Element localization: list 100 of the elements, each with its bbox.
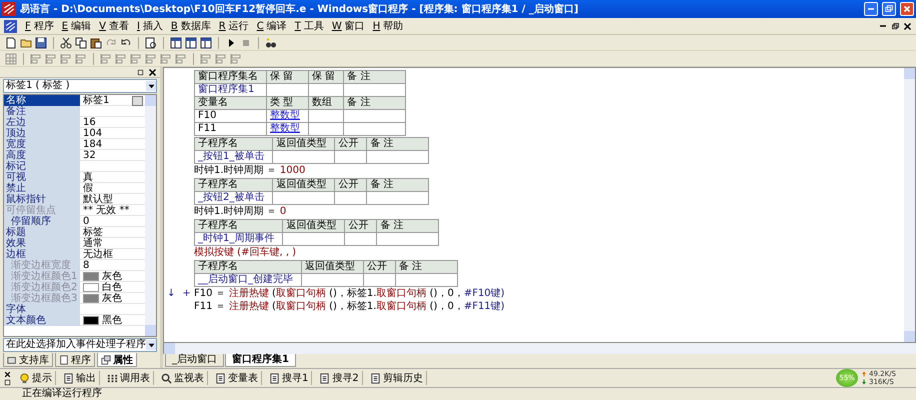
table-cell: F10 xyxy=(194,110,266,122)
column-header: 返回值类型 xyxy=(282,220,345,232)
property-value: 32 xyxy=(83,150,96,161)
column-header: 公开 xyxy=(334,178,367,192)
event-dropdown[interactable]: 在此处选择加入事件处理子程序 xyxy=(3,338,157,352)
minimize-icon xyxy=(880,25,886,27)
layout-button[interactable] xyxy=(169,36,183,50)
property-name[interactable]: 边框 xyxy=(4,249,80,260)
property-name[interactable]: 高度 xyxy=(4,150,80,161)
minimize-icon xyxy=(868,8,874,10)
property-name[interactable]: 名称 xyxy=(4,95,80,106)
output-tab[interactable]: 变量表 xyxy=(212,371,262,385)
column-header: 备 注 xyxy=(376,220,439,232)
layout-icon xyxy=(185,36,197,48)
close-button[interactable] xyxy=(902,20,912,32)
scrollbar[interactable] xyxy=(163,343,916,354)
gutter-mark[interactable]: + xyxy=(182,288,191,300)
binoculars-button[interactable] xyxy=(264,36,278,50)
property-name[interactable]: 效果 xyxy=(4,238,80,249)
output-tab[interactable]: 搜寻1 xyxy=(266,371,312,385)
property-name[interactable]: 标题 xyxy=(4,227,80,238)
output-tab[interactable]: 剪辑历史 xyxy=(366,371,427,385)
menu-item[interactable]: R 运行 xyxy=(218,19,249,33)
menu-item[interactable]: V 查看 xyxy=(99,19,129,33)
property-value: 灰色 xyxy=(102,271,122,282)
property-name[interactable]: 标记 xyxy=(4,161,80,172)
object-dropdown[interactable]: 标签1 ( 标签 ) xyxy=(3,79,157,93)
property-value: 无边框 xyxy=(83,249,113,260)
menu-item[interactable]: F 程序 xyxy=(25,19,54,33)
align-icon xyxy=(30,52,42,64)
code-line: 时钟1.时钟周期 ＝ 1000 xyxy=(194,165,306,177)
find-button[interactable] xyxy=(144,36,158,50)
align-icon xyxy=(60,52,72,64)
property-name[interactable]: 字体 xyxy=(4,304,80,315)
window-title: 易语言 - D:\Documents\Desktop\F10回车F12暂停回车.e - Windows窗口程序 - [程序集: 窗口程序集1 / _启动窗口] xyxy=(20,2,580,16)
menu-item[interactable]: B 数据库 xyxy=(170,19,211,33)
table-cell[interactable]: 整数型 xyxy=(266,122,308,136)
pin-icon[interactable] xyxy=(4,378,11,386)
column-header: 备 注 xyxy=(344,70,406,84)
property-name[interactable]: 备注 xyxy=(4,106,80,117)
editor-tab[interactable]: _启动窗口 xyxy=(165,354,224,367)
property-value: 184 xyxy=(83,139,102,150)
restore-button[interactable] xyxy=(890,20,900,32)
ellipsis-button[interactable] xyxy=(132,96,143,106)
panel-tab[interactable]: 支持库 xyxy=(3,353,53,367)
code-line: F11 ＝ 注册热键 (取窗口句柄 ()，标签1.取窗口句柄 ()，0，#F11键) xyxy=(194,301,505,313)
menu-item[interactable]: W 窗口 xyxy=(332,19,365,33)
search-icon xyxy=(161,372,172,384)
menu-item[interactable]: T 工具 xyxy=(294,19,324,33)
menu-item[interactable]: E 编辑 xyxy=(62,19,92,33)
property-value: 假 xyxy=(83,183,93,194)
close-icon[interactable] xyxy=(148,68,157,76)
menu-item[interactable]: H 帮助 xyxy=(372,19,404,33)
scrollbar[interactable] xyxy=(145,95,156,336)
output-tab[interactable]: 搜寻2 xyxy=(316,371,363,385)
scissors-button[interactable] xyxy=(59,36,73,50)
property-name[interactable]: 顶边 xyxy=(4,128,80,139)
menu-item[interactable]: C 编译 xyxy=(256,19,287,33)
align-icon xyxy=(230,52,242,64)
property-value: 灰色 xyxy=(102,293,122,304)
panel-tab[interactable]: 属性 xyxy=(97,353,137,367)
layout-button[interactable] xyxy=(184,36,198,50)
layout-icon xyxy=(170,36,182,48)
property-name[interactable]: 宽度 xyxy=(4,139,80,150)
column-header: 备 注 xyxy=(366,138,429,150)
property-name[interactable]: 左边 xyxy=(4,117,80,128)
copy-button[interactable] xyxy=(74,36,88,50)
editor-tab[interactable]: 窗口程序集1 xyxy=(225,354,296,367)
menu-item[interactable]: I 插入 xyxy=(136,19,163,33)
property-name[interactable]: 鼠标指针 xyxy=(4,194,80,205)
property-name[interactable]: 可视 xyxy=(4,172,80,183)
output-tab[interactable]: 提示 xyxy=(16,371,56,385)
property-name[interactable]: 文本颜色 xyxy=(4,315,80,326)
table-cell: _时钟1_周期事件 xyxy=(194,232,283,246)
panel-tab[interactable]: 程序 xyxy=(55,353,95,367)
align-icon xyxy=(130,52,142,64)
windows-icon xyxy=(101,354,111,364)
property-name[interactable]: 禁止 xyxy=(4,183,80,194)
align-icon xyxy=(215,52,227,64)
find-icon xyxy=(145,36,157,48)
clipboard-button[interactable] xyxy=(89,36,103,50)
align-icon xyxy=(145,52,157,64)
layout-button[interactable] xyxy=(199,36,213,50)
property-value: 黑色 xyxy=(102,315,122,326)
align-icon xyxy=(175,52,187,64)
output-tab[interactable]: 调用表 xyxy=(104,371,154,385)
output-tab[interactable]: 输出 xyxy=(60,371,100,385)
table-cell[interactable]: 整数型 xyxy=(266,110,308,122)
property-value: 104 xyxy=(83,128,102,139)
table-cell: _按钮1_被单击 xyxy=(194,150,273,164)
code-line: F10 ＝ 注册热键 (取窗口句柄 ()，标签1.取窗口句柄 ()，0，#F10键) xyxy=(194,288,505,300)
pin-icon[interactable] xyxy=(136,68,145,76)
gutter-mark[interactable]: ↓ xyxy=(167,288,176,300)
column-header: 窗口程序集名 xyxy=(194,70,266,84)
output-tab[interactable]: 监视表 xyxy=(158,371,208,385)
clipboard-icon xyxy=(90,36,102,48)
scrollbar[interactable] xyxy=(904,68,915,342)
floppy-disk-button[interactable] xyxy=(34,36,48,50)
property-value: 白色 xyxy=(102,282,122,293)
close-icon[interactable] xyxy=(4,370,11,378)
